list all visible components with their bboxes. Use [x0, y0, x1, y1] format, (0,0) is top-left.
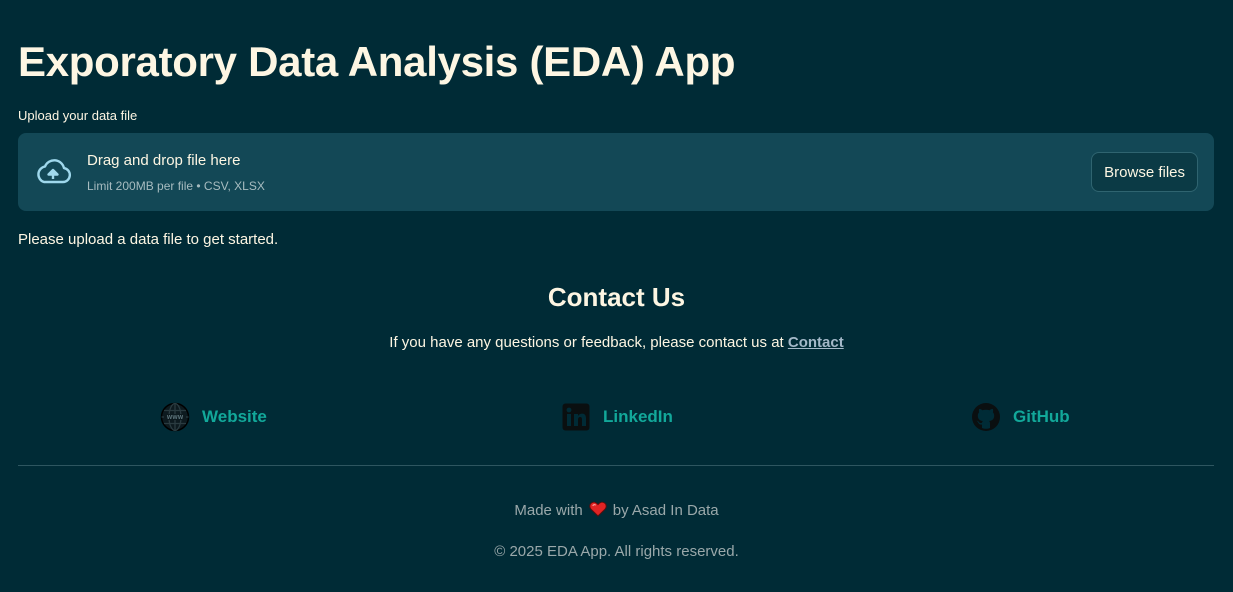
linkedin-link[interactable]: LinkedIn	[561, 402, 673, 432]
contact-link[interactable]: Contact	[788, 334, 844, 351]
github-label: GitHub	[1013, 407, 1070, 426]
browse-files-button[interactable]: Browse files	[1091, 152, 1198, 192]
github-icon	[971, 402, 1001, 432]
file-dropzone[interactable]: Drag and drop file here Limit 200MB per …	[18, 133, 1214, 211]
cloud-upload-icon	[33, 157, 73, 187]
website-link[interactable]: WWW Website	[160, 402, 267, 432]
upload-label: Upload your data file	[18, 108, 138, 123]
globe-icon: WWW	[160, 402, 190, 432]
copyright-text: © 2025 EDA App. All rights reserved.	[494, 543, 739, 560]
made-with-prefix: Made with	[514, 502, 583, 519]
website-label: Website	[202, 407, 267, 426]
status-message: Please upload a data file to get started…	[18, 231, 279, 248]
contact-heading: Contact Us	[547, 282, 686, 312]
made-with-suffix: by Asad In Data	[612, 502, 719, 519]
dropzone-limit-text: Limit 200MB per file • CSV, XLSX	[87, 179, 265, 193]
github-link[interactable]: GitHub	[971, 402, 1070, 432]
dropzone-instruction: Drag and drop file here	[87, 152, 241, 169]
contact-description: If you have any questions or feedback, p…	[389, 334, 784, 351]
page-title: Exporatory Data Analysis (EDA) App	[18, 38, 736, 85]
made-with-text: Made with by Asad In Data	[0, 501, 1233, 519]
heart-icon	[589, 501, 607, 517]
contact-text: If you have any questions or feedback, p…	[0, 334, 1233, 351]
footer-divider	[18, 465, 1214, 466]
linkedin-icon	[561, 402, 591, 432]
linkedin-label: LinkedIn	[603, 407, 673, 426]
svg-text:WWW: WWW	[167, 415, 184, 421]
app-page: Exporatory Data Analysis (EDA) App Uploa…	[0, 0, 1233, 592]
